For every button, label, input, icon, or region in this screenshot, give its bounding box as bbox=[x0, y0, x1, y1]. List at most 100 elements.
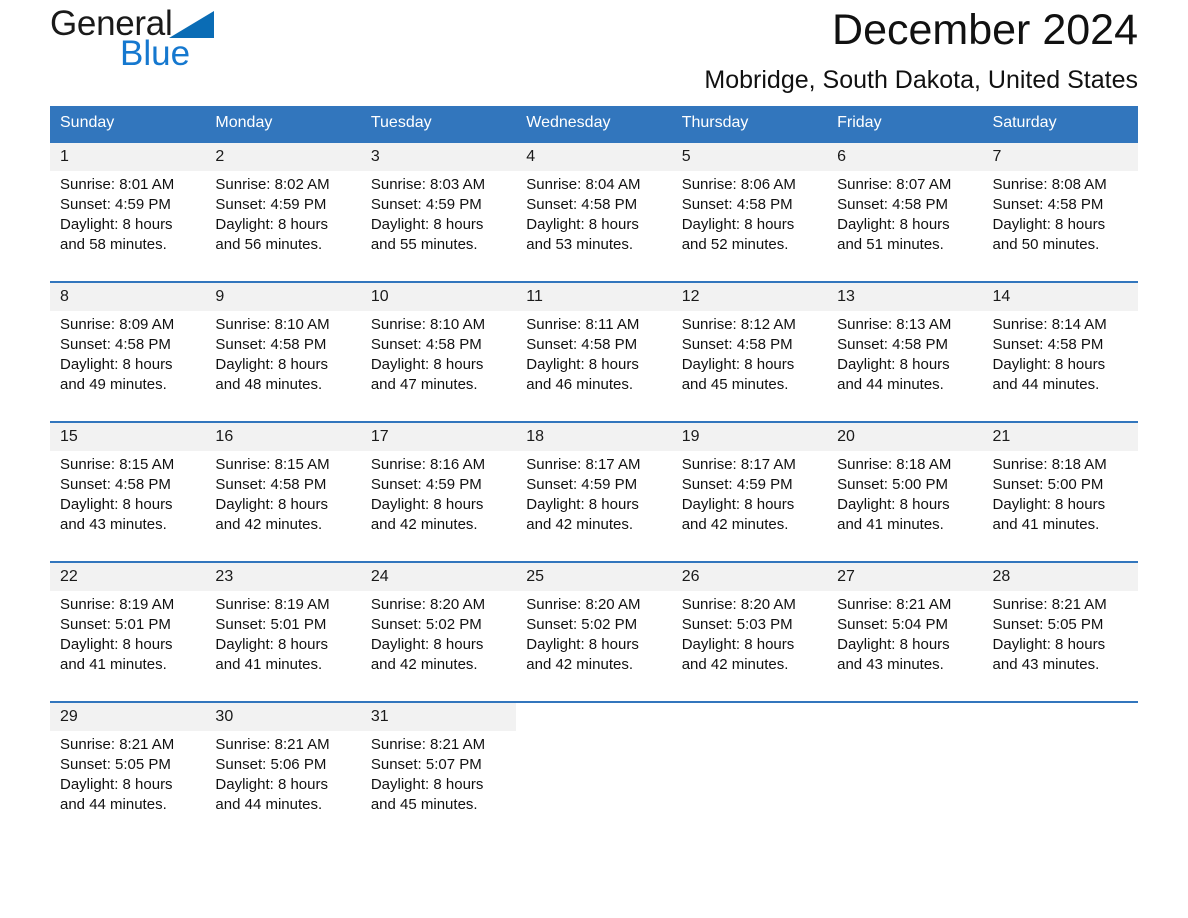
daylight-text-line1: Daylight: 8 hours bbox=[526, 636, 639, 653]
sunset-text: Sunset: 4:58 PM bbox=[681, 196, 793, 213]
day-number: 29 bbox=[50, 701, 206, 731]
sunset-text: Sunset: 5:00 PM bbox=[992, 476, 1104, 493]
sunrise-text: Sunrise: 8:19 AM bbox=[60, 596, 175, 613]
day-cell: Sunrise: 8:09 AM Sunset: 4:58 PM Dayligh… bbox=[50, 311, 206, 407]
daylight-text-line1: Daylight: 8 hours bbox=[215, 356, 328, 373]
daylight-text-line2: and 58 minutes. bbox=[60, 236, 167, 253]
page-header: General Blue December 2024 Mobridge, Sou… bbox=[50, 0, 1138, 106]
daylight-text-line1: Daylight: 8 hours bbox=[215, 776, 328, 793]
sunset-text: Sunset: 4:58 PM bbox=[992, 196, 1104, 213]
daylight-text-line1: Daylight: 8 hours bbox=[992, 356, 1106, 373]
week-separator bbox=[50, 407, 1138, 422]
sunrise-text: Sunrise: 8:15 AM bbox=[60, 456, 175, 473]
daylight-text-line1: Daylight: 8 hours bbox=[681, 636, 795, 653]
sunrise-text: Sunrise: 8:12 AM bbox=[681, 316, 796, 333]
sunrise-text: Sunrise: 8:10 AM bbox=[215, 316, 330, 333]
day-number-empty bbox=[982, 701, 1138, 731]
daylight-text-line1: Daylight: 8 hours bbox=[837, 216, 950, 233]
sunrise-text: Sunrise: 8:21 AM bbox=[837, 596, 952, 613]
day-number: 28 bbox=[982, 561, 1138, 591]
day-cell: Sunrise: 8:19 AM Sunset: 5:01 PM Dayligh… bbox=[205, 591, 361, 687]
daylight-text-line2: and 41 minutes. bbox=[215, 656, 323, 673]
sunrise-text: Sunrise: 8:06 AM bbox=[681, 176, 796, 193]
daylight-text-line2: and 55 minutes. bbox=[370, 236, 478, 253]
day-number: 10 bbox=[360, 281, 517, 311]
day-number: 22 bbox=[50, 561, 206, 591]
daylight-text-line1: Daylight: 8 hours bbox=[526, 216, 639, 233]
day-cell: Sunrise: 8:19 AM Sunset: 5:01 PM Dayligh… bbox=[50, 591, 206, 687]
day-cell: Sunrise: 8:08 AM Sunset: 4:58 PM Dayligh… bbox=[982, 171, 1138, 267]
day-number: 30 bbox=[205, 701, 361, 731]
week-4-daynum-row: 22 23 24 25 26 27 28 bbox=[50, 561, 1138, 591]
daylight-text-line1: Daylight: 8 hours bbox=[370, 636, 484, 653]
daylight-text-line2: and 41 minutes. bbox=[60, 656, 167, 673]
week-3-info-row: Sunrise: 8:15 AM Sunset: 4:58 PM Dayligh… bbox=[50, 451, 1138, 547]
sunrise-text: Sunrise: 8:18 AM bbox=[992, 456, 1107, 473]
weekday-header-row: Sunday Monday Tuesday Wednesday Thursday… bbox=[50, 106, 1138, 142]
day-cell-empty bbox=[671, 731, 828, 827]
page-title: December 2024 bbox=[832, 6, 1138, 54]
daylight-text-line2: and 42 minutes. bbox=[370, 656, 478, 673]
sunset-text: Sunset: 4:59 PM bbox=[526, 476, 638, 493]
week-separator bbox=[50, 547, 1138, 562]
day-number: 11 bbox=[516, 281, 672, 311]
sunset-text: Sunset: 4:58 PM bbox=[837, 196, 949, 213]
daylight-text-line2: and 51 minutes. bbox=[837, 236, 944, 253]
day-number: 12 bbox=[671, 281, 828, 311]
daylight-text-line1: Daylight: 8 hours bbox=[370, 496, 484, 513]
daylight-text-line2: and 48 minutes. bbox=[215, 376, 323, 393]
daylight-text-line1: Daylight: 8 hours bbox=[526, 356, 639, 373]
day-cell: Sunrise: 8:02 AM Sunset: 4:59 PM Dayligh… bbox=[205, 171, 361, 267]
sunset-text: Sunset: 4:58 PM bbox=[215, 476, 327, 493]
day-cell: Sunrise: 8:15 AM Sunset: 4:58 PM Dayligh… bbox=[205, 451, 361, 547]
sunset-text: Sunset: 4:58 PM bbox=[60, 336, 171, 353]
day-cell: Sunrise: 8:21 AM Sunset: 5:06 PM Dayligh… bbox=[205, 731, 361, 827]
day-cell: Sunrise: 8:17 AM Sunset: 4:59 PM Dayligh… bbox=[516, 451, 672, 547]
week-4-info-row: Sunrise: 8:19 AM Sunset: 5:01 PM Dayligh… bbox=[50, 591, 1138, 687]
daylight-text-line2: and 42 minutes. bbox=[526, 656, 634, 673]
day-number: 13 bbox=[827, 281, 983, 311]
week-1-daynum-row: 1 2 3 4 5 6 7 bbox=[50, 141, 1138, 171]
daylight-text-line2: and 44 minutes. bbox=[992, 376, 1100, 393]
sunrise-text: Sunrise: 8:03 AM bbox=[370, 176, 486, 193]
day-cell: Sunrise: 8:21 AM Sunset: 5:07 PM Dayligh… bbox=[360, 731, 517, 827]
daylight-text-line2: and 44 minutes. bbox=[215, 796, 323, 813]
day-number-empty bbox=[671, 701, 828, 731]
daylight-text-line1: Daylight: 8 hours bbox=[60, 496, 173, 513]
sunrise-text: Sunrise: 8:21 AM bbox=[370, 736, 486, 753]
sunrise-text: Sunrise: 8:01 AM bbox=[60, 176, 175, 193]
calendar-body: 1 2 3 4 5 6 7 Sunrise: 8:01 AM Sunset: 4… bbox=[50, 141, 1138, 827]
weekday-header-sunday: Sunday bbox=[50, 106, 206, 142]
daylight-text-line2: and 43 minutes. bbox=[992, 656, 1100, 673]
daylight-text-line2: and 43 minutes. bbox=[60, 516, 167, 533]
day-cell: Sunrise: 8:11 AM Sunset: 4:58 PM Dayligh… bbox=[516, 311, 672, 407]
sunset-text: Sunset: 4:58 PM bbox=[681, 336, 793, 353]
sunset-text: Sunset: 4:58 PM bbox=[837, 336, 949, 353]
weekday-header-friday: Friday bbox=[827, 106, 983, 142]
sunset-text: Sunset: 5:04 PM bbox=[837, 616, 949, 633]
sunset-text: Sunset: 5:01 PM bbox=[215, 616, 327, 633]
daylight-text-line2: and 56 minutes. bbox=[215, 236, 323, 253]
daylight-text-line2: and 49 minutes. bbox=[60, 376, 167, 393]
daylight-text-line2: and 41 minutes. bbox=[992, 516, 1100, 533]
daylight-text-line1: Daylight: 8 hours bbox=[215, 216, 328, 233]
day-number: 20 bbox=[827, 421, 983, 451]
general-blue-logo: General Blue bbox=[50, 0, 310, 92]
sunrise-text: Sunrise: 8:18 AM bbox=[837, 456, 952, 473]
daylight-text-line1: Daylight: 8 hours bbox=[370, 216, 484, 233]
sunrise-text: Sunrise: 8:07 AM bbox=[837, 176, 952, 193]
daylight-text-line1: Daylight: 8 hours bbox=[60, 776, 173, 793]
sunrise-text: Sunrise: 8:20 AM bbox=[526, 596, 641, 613]
sunrise-text: Sunrise: 8:20 AM bbox=[370, 596, 486, 613]
page-subtitle: Mobridge, South Dakota, United States bbox=[704, 66, 1138, 94]
sunset-text: Sunset: 4:59 PM bbox=[681, 476, 793, 493]
weekday-header-tuesday: Tuesday bbox=[360, 106, 517, 142]
daylight-text-line2: and 50 minutes. bbox=[992, 236, 1100, 253]
sunrise-sunset-calendar: Sunday Monday Tuesday Wednesday Thursday… bbox=[50, 106, 1138, 827]
week-3-daynum-row: 15 16 17 18 19 20 21 bbox=[50, 421, 1138, 451]
day-cell: Sunrise: 8:13 AM Sunset: 4:58 PM Dayligh… bbox=[827, 311, 983, 407]
sunrise-text: Sunrise: 8:17 AM bbox=[526, 456, 641, 473]
daylight-text-line1: Daylight: 8 hours bbox=[215, 636, 328, 653]
sunset-text: Sunset: 4:59 PM bbox=[370, 476, 482, 493]
day-number: 16 bbox=[205, 421, 361, 451]
